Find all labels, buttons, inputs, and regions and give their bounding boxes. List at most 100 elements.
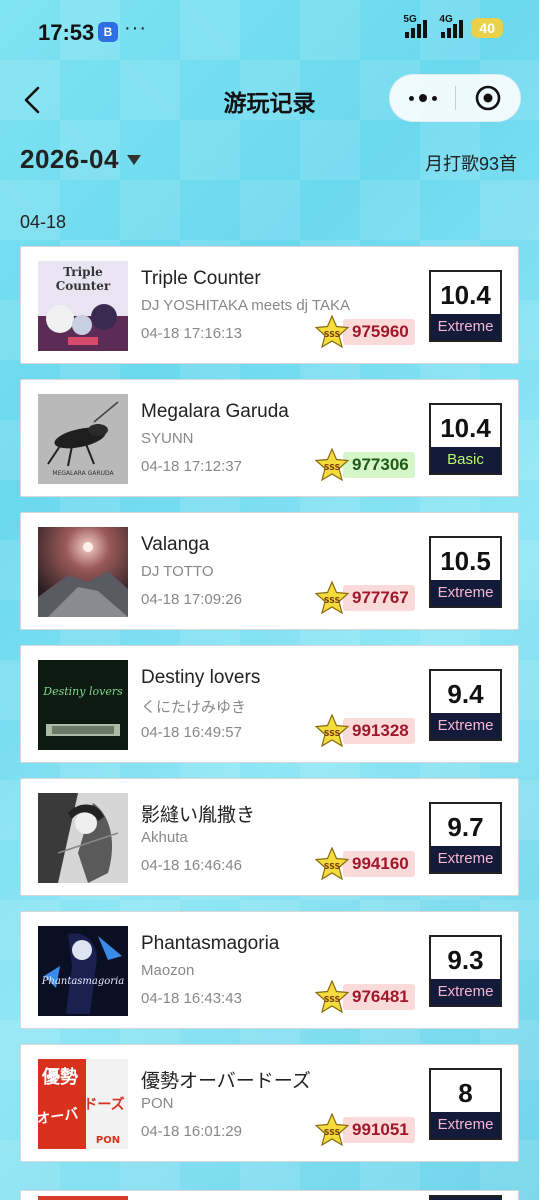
score-area: SSS 994160	[315, 847, 415, 881]
month-play-count: 月打歌93首	[424, 154, 517, 174]
difficulty-box: 10.4 Extreme	[429, 270, 502, 342]
song-artist: PON	[141, 1095, 174, 1112]
svg-text:SSS: SSS	[324, 330, 341, 339]
svg-text:SSS: SSS	[324, 596, 341, 605]
record-card[interactable]: MEGALARA GARUDA Megalara Garuda SYUNN 04…	[20, 379, 519, 497]
album-cover-kagenui	[38, 793, 128, 883]
svg-text:SSS: SSS	[324, 729, 341, 738]
song-title: 優勢オーバードーズ	[141, 1071, 311, 1092]
play-time: 04-18 16:43:43	[141, 990, 242, 1007]
song-title: 影縫い胤撒き	[141, 805, 256, 826]
score-area: SSS 977767	[315, 581, 415, 615]
difficulty-box: 8 Extreme	[429, 1068, 502, 1140]
record-card[interactable]: Destiny lovers Destiny lovers くにたけみゆき 04…	[20, 645, 519, 763]
svg-text:SSS: SSS	[324, 463, 341, 472]
sss-rank-icon: SSS	[315, 448, 349, 482]
svg-text:SSS: SSS	[324, 1128, 341, 1137]
difficulty-value: 8	[458, 1078, 473, 1108]
signal-5g-icon: 5G	[403, 14, 428, 38]
score-area: SSS 977306	[315, 448, 415, 482]
svg-text:Phantasmagoria: Phantasmagoria	[41, 976, 125, 987]
month-row: 2026-04 月打歌93首	[0, 140, 539, 180]
sss-rank-icon: SSS	[315, 980, 349, 1014]
difficulty-value: 9.7	[447, 812, 484, 842]
close-miniprogram-button[interactable]	[456, 75, 520, 121]
battery-icon: 40	[471, 18, 503, 38]
record-list: Triple Counter Triple Counter DJ YOSHITA…	[20, 246, 519, 1177]
song-title: Triple Counter	[141, 268, 261, 289]
album-cover-partial	[38, 1196, 128, 1200]
svg-text:ドーズ: ドーズ	[83, 1096, 124, 1113]
score-value: 994160	[343, 851, 415, 877]
album-cover-triple-counter: Triple Counter	[38, 261, 128, 351]
difficulty-level: Extreme	[431, 314, 500, 340]
sss-rank-icon: SSS	[315, 315, 349, 349]
score-value: 991051	[343, 1117, 415, 1143]
record-card[interactable]: 影縫い胤撒き Akhuta 04-18 16:46:46 SSS 994160 …	[20, 778, 519, 896]
song-title: Destiny lovers	[141, 667, 261, 688]
date-group-label: 04-18	[20, 212, 67, 232]
target-close-icon	[475, 85, 501, 111]
difficulty-level: Extreme	[431, 713, 500, 739]
month-selector[interactable]: 2026-04	[20, 144, 141, 175]
difficulty-value: 9.4	[447, 679, 484, 709]
svg-text:優勢: 優勢	[41, 1066, 78, 1088]
play-time: 04-18 17:09:26	[141, 591, 242, 608]
play-time: 04-18 17:16:13	[141, 325, 242, 342]
difficulty-level: Extreme	[431, 580, 500, 606]
song-artist: Akhuta	[141, 829, 188, 846]
record-card[interactable]: Phantasmagoria Phantasmagoria Maozon 04-…	[20, 911, 519, 1029]
album-cover-phantasmagoria: Phantasmagoria	[38, 926, 128, 1016]
score-value: 991328	[343, 718, 415, 744]
difficulty-value: 10.5	[440, 546, 491, 576]
svg-text:Destiny lovers: Destiny lovers	[42, 685, 123, 698]
play-time: 04-18 16:46:46	[141, 857, 242, 874]
difficulty-value: 10.4	[440, 413, 491, 443]
nav-header: 游玩记录	[0, 70, 539, 130]
difficulty-level: Basic	[431, 447, 500, 473]
record-card-partial[interactable]	[20, 1190, 519, 1200]
difficulty-box: 10.5 Extreme	[429, 536, 502, 608]
difficulty-box: 9.3 Extreme	[429, 935, 502, 1007]
album-cover-destiny-lovers: Destiny lovers	[38, 660, 128, 750]
sss-rank-icon: SSS	[315, 714, 349, 748]
play-time: 04-18 16:49:57	[141, 724, 242, 741]
caret-down-icon	[126, 154, 141, 165]
score-area: SSS 991051	[315, 1113, 415, 1147]
difficulty-value: 9.3	[447, 945, 484, 975]
status-bar: 17:53 B ··· 5G 4G 40	[0, 0, 539, 64]
score-value: 977767	[343, 585, 415, 611]
album-cover-megalara-garuda: MEGALARA GARUDA	[38, 394, 128, 484]
difficulty-box: 9.7 Extreme	[429, 802, 502, 874]
song-title: Valanga	[141, 534, 210, 555]
score-value: 977306	[343, 452, 415, 478]
song-title: Phantasmagoria	[141, 933, 280, 954]
svg-text:MEGALARA GARUDA: MEGALARA GARUDA	[52, 470, 114, 477]
score-area: SSS 975960	[315, 315, 415, 349]
svg-text:SSS: SSS	[324, 995, 341, 1004]
difficulty-box: 10.4 Basic	[429, 403, 502, 475]
svg-text:Triple: Triple	[63, 265, 103, 279]
difficulty-level: Extreme	[431, 979, 500, 1005]
status-time: 17:53	[38, 20, 95, 45]
signal-4g-icon: 4G	[439, 14, 464, 38]
sss-rank-icon: SSS	[315, 1113, 349, 1147]
sss-rank-icon: SSS	[315, 847, 349, 881]
svg-text:PON: PON	[96, 1135, 120, 1146]
record-card[interactable]: Valanga DJ TOTTO 04-18 17:09:26 SSS 9777…	[20, 512, 519, 630]
record-card[interactable]: Triple Counter Triple Counter DJ YOSHITA…	[20, 246, 519, 364]
play-time: 04-18 16:01:29	[141, 1123, 242, 1140]
album-cover-yuusei-overdose: 優勢 オーバ ドーズ PON	[38, 1059, 128, 1149]
song-artist: DJ TOTTO	[141, 563, 214, 580]
score-area: SSS 991328	[315, 714, 415, 748]
song-artist: DJ YOSHITAKA meets dj TAKA	[141, 297, 350, 314]
difficulty-value: 10.4	[440, 280, 491, 310]
more-options-button[interactable]	[390, 75, 455, 121]
record-card[interactable]: 優勢 オーバ ドーズ PON 優勢オーバードーズ PON 04-18 16:01…	[20, 1044, 519, 1162]
song-artist: SYUNN	[141, 430, 194, 447]
difficulty-level: Extreme	[431, 846, 500, 872]
more-notifications-icon: ···	[124, 17, 147, 39]
album-cover-valanga	[38, 527, 128, 617]
month-value: 2026-04	[20, 144, 119, 174]
app-notification-icon: B	[98, 22, 118, 42]
